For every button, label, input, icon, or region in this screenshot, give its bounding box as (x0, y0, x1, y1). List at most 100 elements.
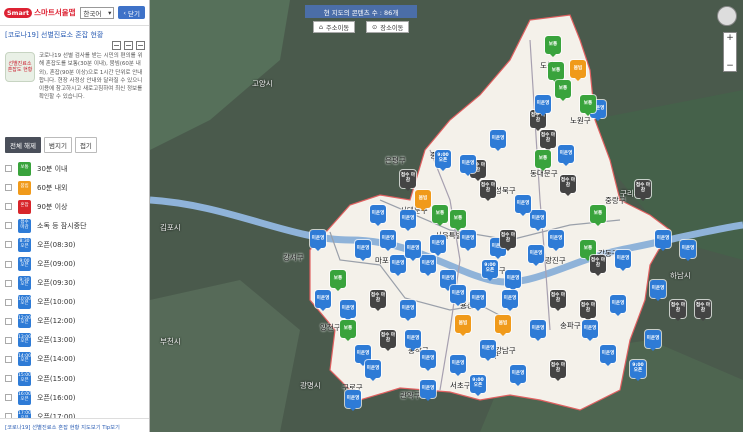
map-marker-gray[interactable]: 접수 마감 (670, 300, 686, 321)
map-marker-orange[interactable]: 붐빔 (455, 315, 471, 336)
legend-item[interactable]: 접수 마감 소독 등 잠시중단 (5, 216, 144, 235)
map-marker-blue[interactable]: 미운영 (600, 345, 616, 366)
map-marker-blue[interactable]: 미운영 (582, 320, 598, 341)
map-marker-blue[interactable]: 미운영 (505, 270, 521, 291)
map-marker-gray[interactable]: 접수 마감 (580, 300, 596, 321)
map-marker-blue[interactable]: 미운영 (535, 95, 551, 116)
map-marker-blue[interactable]: 미운영 (470, 290, 486, 311)
map-marker-blue[interactable]: 미운영 (530, 210, 546, 231)
map-marker-gray[interactable]: 접수 마감 (590, 255, 606, 276)
zoom-in-icon[interactable]: + (726, 33, 734, 43)
map-marker-blue[interactable]: 미운영 (650, 280, 666, 301)
map-marker-blue[interactable]: 미운영 (400, 300, 416, 321)
place-move-button[interactable]: ⊙ 장소이동 (366, 21, 410, 33)
list-view-icon[interactable] (124, 41, 133, 50)
map-marker-blue[interactable]: 미운영 (370, 205, 386, 226)
legend-checkbox[interactable] (5, 336, 12, 344)
collapse-view-icon[interactable] (136, 41, 145, 50)
map-marker-green[interactable]: 보통 (432, 205, 448, 226)
map-marker-gray[interactable]: 접수 마감 (540, 130, 556, 151)
grid-view-icon[interactable] (112, 41, 121, 50)
map-marker-blue[interactable]: 9:00 오픈 (630, 360, 646, 381)
map-marker-green[interactable]: 보통 (340, 320, 356, 341)
legend-checkbox[interactable] (5, 165, 12, 173)
map-marker-blue[interactable]: 미운영 (515, 195, 531, 216)
language-select[interactable]: 한국어 ▾ (80, 6, 115, 19)
legend-checkbox[interactable] (5, 298, 12, 306)
map-marker-blue[interactable]: 미운영 (645, 330, 661, 351)
map-marker-green[interactable]: 보통 (580, 95, 596, 116)
map-marker-blue[interactable]: 9:00 오픈 (482, 260, 498, 281)
legend-checkbox[interactable] (5, 394, 12, 402)
zoom-out-icon[interactable]: − (726, 61, 734, 71)
zoom-control[interactable]: + − (723, 32, 737, 72)
map-marker-blue[interactable]: 미운영 (528, 245, 544, 266)
map-marker-blue[interactable]: 미운영 (558, 145, 574, 166)
map-marker-gray[interactable]: 접수 마감 (560, 175, 576, 196)
legend-item[interactable]: 10:00 오픈 오픈(10:00) (5, 293, 144, 312)
map-marker-blue[interactable]: 미운영 (310, 230, 326, 251)
map-marker-blue[interactable]: 미운영 (420, 255, 436, 276)
legend-item[interactable]: 보통 30분 이내 (5, 159, 144, 178)
map-marker-blue[interactable]: 미운영 (430, 235, 446, 256)
tab-legend[interactable]: 범지기 (44, 137, 72, 153)
tip-link[interactable]: [코로나19] 선별진료소 혼잡 현황 지도보기 Tip보기 (0, 418, 149, 432)
map-marker-blue[interactable]: 9:00 오픈 (470, 375, 486, 396)
map-marker-blue[interactable]: 미운영 (345, 390, 361, 411)
map-marker-blue[interactable]: 미운영 (460, 155, 476, 176)
map-marker-orange[interactable]: 붐빔 (415, 190, 431, 211)
legend-item[interactable]: 16:00 오픈 오픈(16:00) (5, 388, 144, 407)
map-marker-gray[interactable]: 접수 마감 (635, 180, 651, 201)
tab-clear-all[interactable]: 전체 해제 (5, 137, 41, 153)
map-marker-green[interactable]: 보통 (555, 80, 571, 101)
map-marker-gray[interactable]: 접수 마감 (380, 330, 396, 351)
map-marker-blue[interactable]: 미운영 (655, 230, 671, 251)
legend-item[interactable]: 12:00 오픈 오픈(12:00) (5, 312, 144, 331)
map-marker-gray[interactable]: 접수 마감 (550, 290, 566, 311)
legend-item[interactable]: 붐빔 60분 내외 (5, 178, 144, 197)
legend-item[interactable]: 14:00 오픈 오픈(14:00) (5, 350, 144, 369)
map-marker-blue[interactable]: 미운영 (405, 330, 421, 351)
legend-checkbox[interactable] (5, 241, 12, 249)
legend-item[interactable]: 15:00 오픈 오픈(15:00) (5, 369, 144, 388)
map-marker-orange[interactable]: 붐빔 (495, 315, 511, 336)
map-marker-blue[interactable]: 미운영 (548, 230, 564, 251)
map-marker-blue[interactable]: 미운영 (510, 365, 526, 386)
map-marker-blue[interactable]: 미운영 (460, 230, 476, 251)
legend-checkbox[interactable] (5, 279, 12, 287)
map-marker-gray[interactable]: 접수 마감 (500, 230, 516, 251)
map-marker-blue[interactable]: 미운영 (502, 290, 518, 311)
legend-item[interactable]: 혼잡 90분 이상 (5, 197, 144, 216)
map-marker-orange[interactable]: 붐빔 (570, 60, 586, 81)
map-marker-blue[interactable]: 미운영 (420, 350, 436, 371)
map-marker-blue[interactable]: 미운영 (610, 295, 626, 316)
legend-checkbox[interactable] (5, 317, 12, 325)
map-marker-blue[interactable]: 미운영 (365, 360, 381, 381)
address-move-button[interactable]: ⌂ 주소이동 (313, 21, 356, 33)
map-marker-gray[interactable]: 접수 마감 (695, 300, 711, 321)
map-marker-blue[interactable]: 미운영 (390, 255, 406, 276)
map-marker-green[interactable]: 보통 (535, 150, 551, 171)
map-marker-green[interactable]: 보통 (548, 62, 564, 83)
map-marker-gray[interactable]: 접수 마감 (550, 360, 566, 381)
map-marker-blue[interactable]: 미운영 (355, 240, 371, 261)
legend-item[interactable]: 9:30 오픈 오픈(09:30) (5, 274, 144, 293)
map-marker-blue[interactable]: 미운영 (490, 130, 506, 151)
legend-item[interactable]: 9:00 오픈 오픈(09:00) (5, 254, 144, 273)
tab-fold[interactable]: 접기 (74, 137, 97, 153)
map-view[interactable]: 현 지도의 콘텐츠 수 : 86개 ⌂ 주소이동 ⊙ 장소이동 + − 고양시 구… (150, 0, 743, 432)
map-marker-gray[interactable]: 접수 마감 (480, 180, 496, 201)
legend-checkbox[interactable] (5, 222, 12, 230)
map-marker-blue[interactable]: 9:00 오픈 (435, 150, 451, 171)
map-marker-blue[interactable]: 미운영 (450, 355, 466, 376)
map-marker-gray[interactable]: 접수 마감 (370, 290, 386, 311)
legend-checkbox[interactable] (5, 355, 12, 363)
map-marker-green[interactable]: 보통 (330, 270, 346, 291)
legend-checkbox[interactable] (5, 375, 12, 383)
close-button[interactable]: ‹ 닫기 (118, 6, 145, 19)
map-marker-green[interactable]: 보통 (450, 210, 466, 231)
map-marker-green[interactable]: 보통 (590, 205, 606, 226)
legend-item[interactable]: 8:30 오픈 오픈(08:30) (5, 235, 144, 254)
map-marker-blue[interactable]: 미운영 (530, 320, 546, 341)
map-marker-blue[interactable]: 미운영 (615, 250, 631, 271)
